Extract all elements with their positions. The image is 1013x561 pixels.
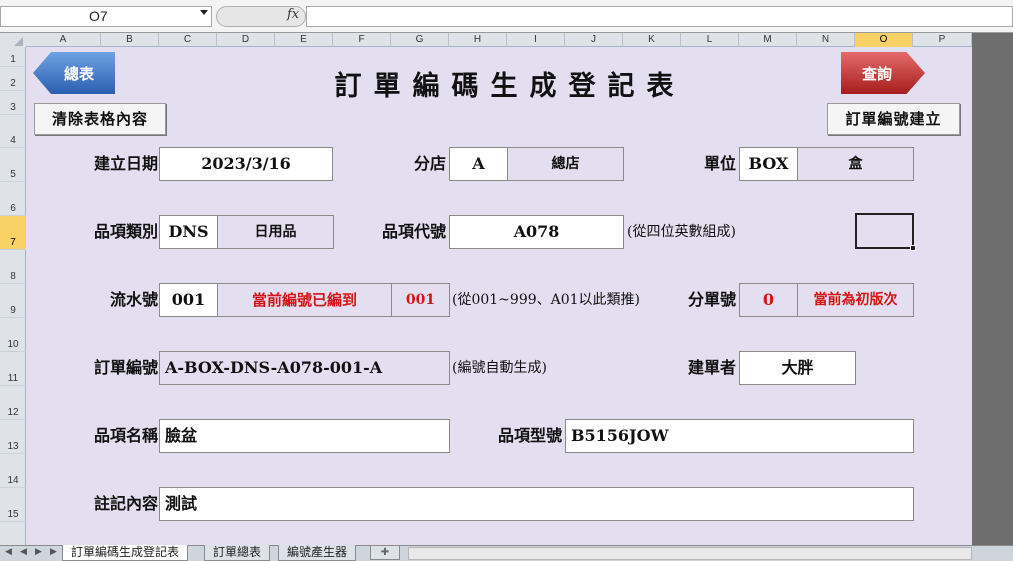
row-header-6[interactable]: 6: [0, 182, 26, 216]
sheet-tab-order-register[interactable]: 訂單編碼生成登記表: [62, 545, 189, 561]
sub-order-status: 當前為初版次: [797, 283, 914, 317]
last-sheet-icon[interactable]: ▶: [50, 547, 57, 557]
column-header-l[interactable]: L: [681, 33, 739, 47]
vertical-scroll-area[interactable]: [972, 33, 1013, 545]
branch-code-field[interactable]: A: [449, 147, 508, 181]
item-code-field[interactable]: A078: [449, 215, 624, 249]
column-header-g[interactable]: G: [391, 33, 449, 47]
page-title: 訂單編碼生成登記表: [334, 71, 686, 102]
first-sheet-icon[interactable]: ◀: [5, 547, 12, 557]
model-field[interactable]: B5156JOW: [565, 419, 914, 453]
unit-code-field[interactable]: BOX: [739, 147, 798, 181]
creator-field[interactable]: 大胖: [739, 351, 856, 385]
row-header-9[interactable]: 9: [0, 284, 26, 318]
column-header-j[interactable]: J: [565, 33, 623, 47]
row-header-12[interactable]: 12: [0, 386, 26, 420]
row-header-14[interactable]: 14: [0, 454, 26, 488]
item-code-note: (從四位英數組成): [627, 224, 736, 240]
serial-status: 當前編號已編到: [217, 283, 392, 317]
column-header-n[interactable]: N: [797, 33, 855, 47]
create-order-button[interactable]: 訂單編號建立: [827, 103, 960, 135]
branch-name-field: 總店: [507, 147, 624, 181]
sub-order-field: 0: [739, 283, 798, 317]
fill-handle[interactable]: [910, 245, 916, 251]
column-header-e[interactable]: E: [275, 33, 333, 47]
function-icon[interactable]: fx: [287, 7, 299, 22]
selected-cell[interactable]: [855, 213, 914, 249]
name-box[interactable]: O7: [0, 6, 212, 27]
row-header-7[interactable]: 7: [0, 216, 26, 250]
row-header-8[interactable]: 8: [0, 250, 26, 284]
unit-label: 單位: [703, 154, 736, 173]
row-header-15[interactable]: 15: [0, 488, 26, 522]
row-header-10[interactable]: 10: [0, 318, 26, 352]
order-number-note: (編號自動生成): [452, 360, 547, 376]
unit-name-field: 盒: [797, 147, 914, 181]
item-name-field[interactable]: 臉盆: [159, 419, 450, 453]
category-label: 品項類別: [93, 222, 158, 241]
horizontal-scrollbar[interactable]: [408, 547, 972, 560]
remark-field[interactable]: 測試: [159, 487, 914, 521]
formula-input[interactable]: [306, 6, 1013, 27]
prev-sheet-icon[interactable]: ◀: [20, 547, 27, 557]
date-label: 建立日期: [93, 154, 158, 173]
sub-order-label: 分單號: [687, 290, 736, 309]
item-code-label: 品項代號: [381, 222, 446, 241]
serial-field[interactable]: 001: [159, 283, 218, 317]
row-header-4[interactable]: 4: [0, 115, 26, 148]
order-number-label: 訂單編號: [93, 358, 158, 377]
item-name-label: 品項名稱: [93, 426, 158, 445]
serial-current: 001: [391, 283, 450, 317]
column-header-m[interactable]: M: [739, 33, 797, 47]
model-label: 品項型號: [497, 426, 562, 445]
row-header-2[interactable]: 2: [0, 67, 26, 91]
row-header-11[interactable]: 11: [0, 352, 26, 386]
sheet-tab-order-summary[interactable]: 訂單總表: [204, 545, 271, 561]
category-code-field[interactable]: DNS: [159, 215, 218, 249]
date-field[interactable]: 2023/3/16: [159, 147, 333, 181]
category-name-field: 日用品: [217, 215, 334, 249]
column-header-b[interactable]: B: [101, 33, 159, 47]
column-header-h[interactable]: H: [449, 33, 507, 47]
column-header-f[interactable]: F: [333, 33, 391, 47]
row-header-5[interactable]: 5: [0, 148, 26, 182]
branch-label: 分店: [413, 154, 446, 173]
column-header-a[interactable]: A: [26, 33, 101, 47]
select-all-icon: [14, 37, 23, 46]
column-header-p[interactable]: P: [913, 33, 972, 47]
order-number-field: A-BOX-DNS-A078-001-A: [159, 351, 450, 385]
creator-label: 建單者: [687, 358, 736, 377]
column-header-i[interactable]: I: [507, 33, 565, 47]
clear-form-button[interactable]: 清除表格內容: [34, 103, 166, 135]
next-sheet-icon[interactable]: ▶: [35, 547, 42, 557]
sheet-tab-code-generator[interactable]: 編號產生器: [278, 545, 357, 561]
column-header-k[interactable]: K: [623, 33, 681, 47]
row-header-3[interactable]: 3: [0, 91, 26, 115]
row-header-1[interactable]: 1: [0, 47, 26, 67]
column-header-d[interactable]: D: [217, 33, 275, 47]
row-header-13[interactable]: 13: [0, 420, 26, 454]
column-header-c[interactable]: C: [159, 33, 217, 47]
chevron-down-icon[interactable]: [200, 10, 208, 15]
remark-label: 註記內容: [93, 494, 158, 513]
serial-label: 流水號: [109, 290, 158, 309]
column-header-o[interactable]: O: [855, 33, 913, 47]
new-sheet-icon[interactable]: ✚: [370, 546, 400, 560]
serial-note: (從001~999、A01以此類推): [452, 292, 641, 308]
